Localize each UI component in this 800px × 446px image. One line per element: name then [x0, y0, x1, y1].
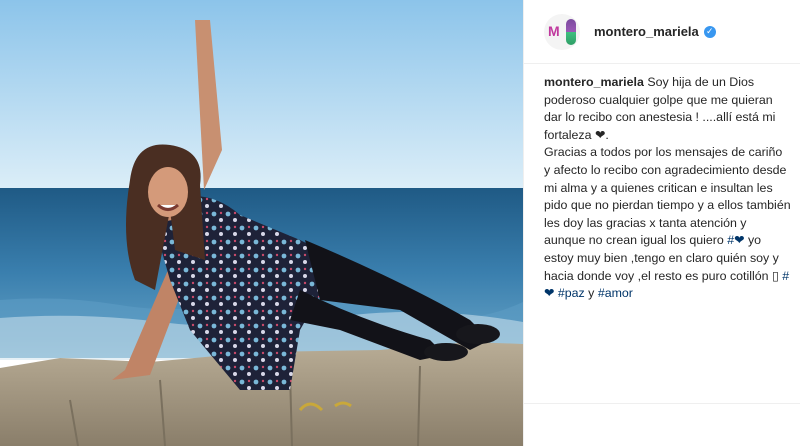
avatar[interactable]: M — [544, 13, 580, 50]
hashtag-amor-link[interactable]: #amor — [598, 286, 633, 300]
avatar-figure-icon — [566, 18, 576, 45]
avatar-letter: M — [548, 22, 560, 39]
header-username-link[interactable]: montero_mariela — [594, 24, 699, 39]
post-header: M montero_mariela ✓ — [524, 0, 800, 64]
caption-text-3: y — [584, 286, 598, 301]
post-caption: montero_mariela Soy hija de un Dios pode… — [544, 74, 791, 303]
hashtag-heart-link[interactable]: #❤ — [727, 233, 744, 247]
post-photo-scene — [0, 0, 523, 446]
caption-username-link[interactable]: montero_mariela — [544, 75, 644, 89]
post-photo[interactable] — [0, 0, 523, 446]
post-sidebar: M montero_mariela ✓ montero_mariela Soy … — [523, 0, 800, 446]
verified-badge-icon: ✓ — [703, 25, 716, 38]
caption-text-1: Soy hija de un Dios poderoso cualquier g… — [544, 75, 791, 248]
comments-divider — [524, 403, 800, 404]
hashtag-paz-link[interactable]: #paz — [558, 286, 585, 300]
